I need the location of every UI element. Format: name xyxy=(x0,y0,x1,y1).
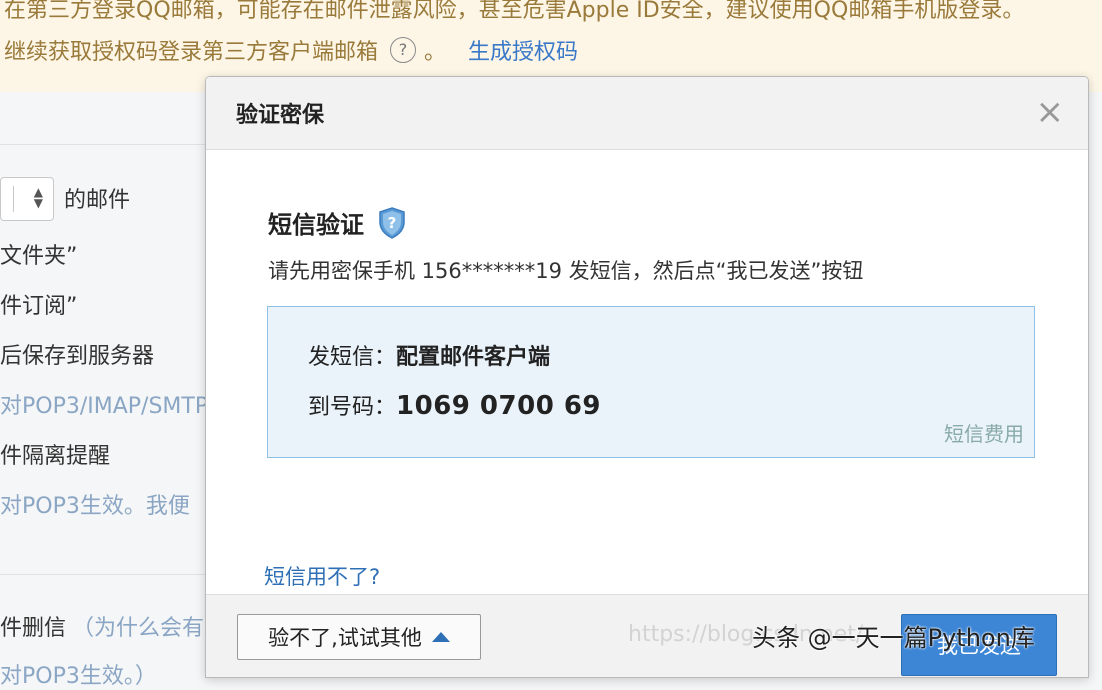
shield-question-icon[interactable]: ? xyxy=(378,206,406,239)
sms-number-label: 到号码： xyxy=(308,395,397,420)
sms-info-box: 发短信：配置邮件客户端 到号码：1069 0700 69 短信费用 xyxy=(267,306,1035,458)
sms-number-row: 到号码：1069 0700 69 xyxy=(308,389,601,421)
try-other-button[interactable]: 验不了,试试其他 xyxy=(237,614,481,660)
why-link[interactable]: （为什么会有 xyxy=(72,610,204,642)
toutiao-watermark: 头条 @一天一篇Python库 xyxy=(752,624,1035,652)
sms-heading-text: 短信验证 xyxy=(268,211,364,239)
days-select[interactable]: ▲ ▼ xyxy=(0,177,54,221)
banner-period: 。 xyxy=(424,40,447,65)
sms-instruction: 请先用密保手机 156*******19 发短信，然后点“我已发送”按钮 xyxy=(268,259,864,283)
sms-content-label: 发短信： xyxy=(308,345,397,370)
generate-auth-code-link[interactable]: 生成授权码 xyxy=(468,34,578,66)
setting-note-pop3: 对POP3生效。我便 xyxy=(0,494,190,519)
setting-item-save-server: 后保存到服务器 xyxy=(0,344,155,369)
close-icon[interactable]: × xyxy=(1036,95,1065,129)
setting-item-folder: 文件夹” xyxy=(0,244,78,269)
select-divider xyxy=(13,186,14,212)
setting-item-delete: 件删信 xyxy=(0,616,67,641)
try-other-label: 验不了,试试其他 xyxy=(268,626,422,650)
banner-auth-line: 继续获取授权码登录第三方客户端邮箱 ? 。 生成授权码 xyxy=(4,34,578,66)
caret-up-icon xyxy=(431,632,450,642)
banner-auth-text: 继续获取授权码登录第三方客户端邮箱 xyxy=(4,40,379,65)
sms-content-row: 发短信：配置邮件客户端 xyxy=(308,339,550,371)
sms-fee-link[interactable]: 短信费用 xyxy=(944,418,1024,447)
setting-note-protocols: 对POP3/IMAP/SMTP xyxy=(0,394,209,419)
dialog-title: 验证密保 xyxy=(236,103,325,128)
help-icon[interactable]: ? xyxy=(390,37,417,63)
setting-item-quarantine: 件隔离提醒 xyxy=(0,444,111,469)
dialog-header: 验证密保 × xyxy=(206,77,1088,150)
sms-content-value: 配置邮件客户端 xyxy=(396,345,551,370)
sms-number-value: 1069 0700 69 xyxy=(396,391,602,421)
verify-dialog: 验证密保 × 短信验证 ? 请先用密保手机 156*******19 发短信，然… xyxy=(205,76,1089,678)
cant-use-sms-link[interactable]: 短信用不了? xyxy=(264,561,380,591)
banner-warning-text: 在第三方登录QQ邮箱，可能存在邮件泄露风险，甚至危害Apple ID安全，建议使… xyxy=(4,0,1025,23)
select-arrows-icon: ▲ ▼ xyxy=(33,185,43,210)
sms-verify-heading: 短信验证 ? xyxy=(268,205,406,240)
setting-item-subscription: 件订阅” xyxy=(0,294,78,319)
svg-text:?: ? xyxy=(388,214,397,232)
setting-note-pop3-2: 对POP3生效。） xyxy=(0,664,157,689)
select-suffix-label: 的邮件 xyxy=(64,188,131,213)
